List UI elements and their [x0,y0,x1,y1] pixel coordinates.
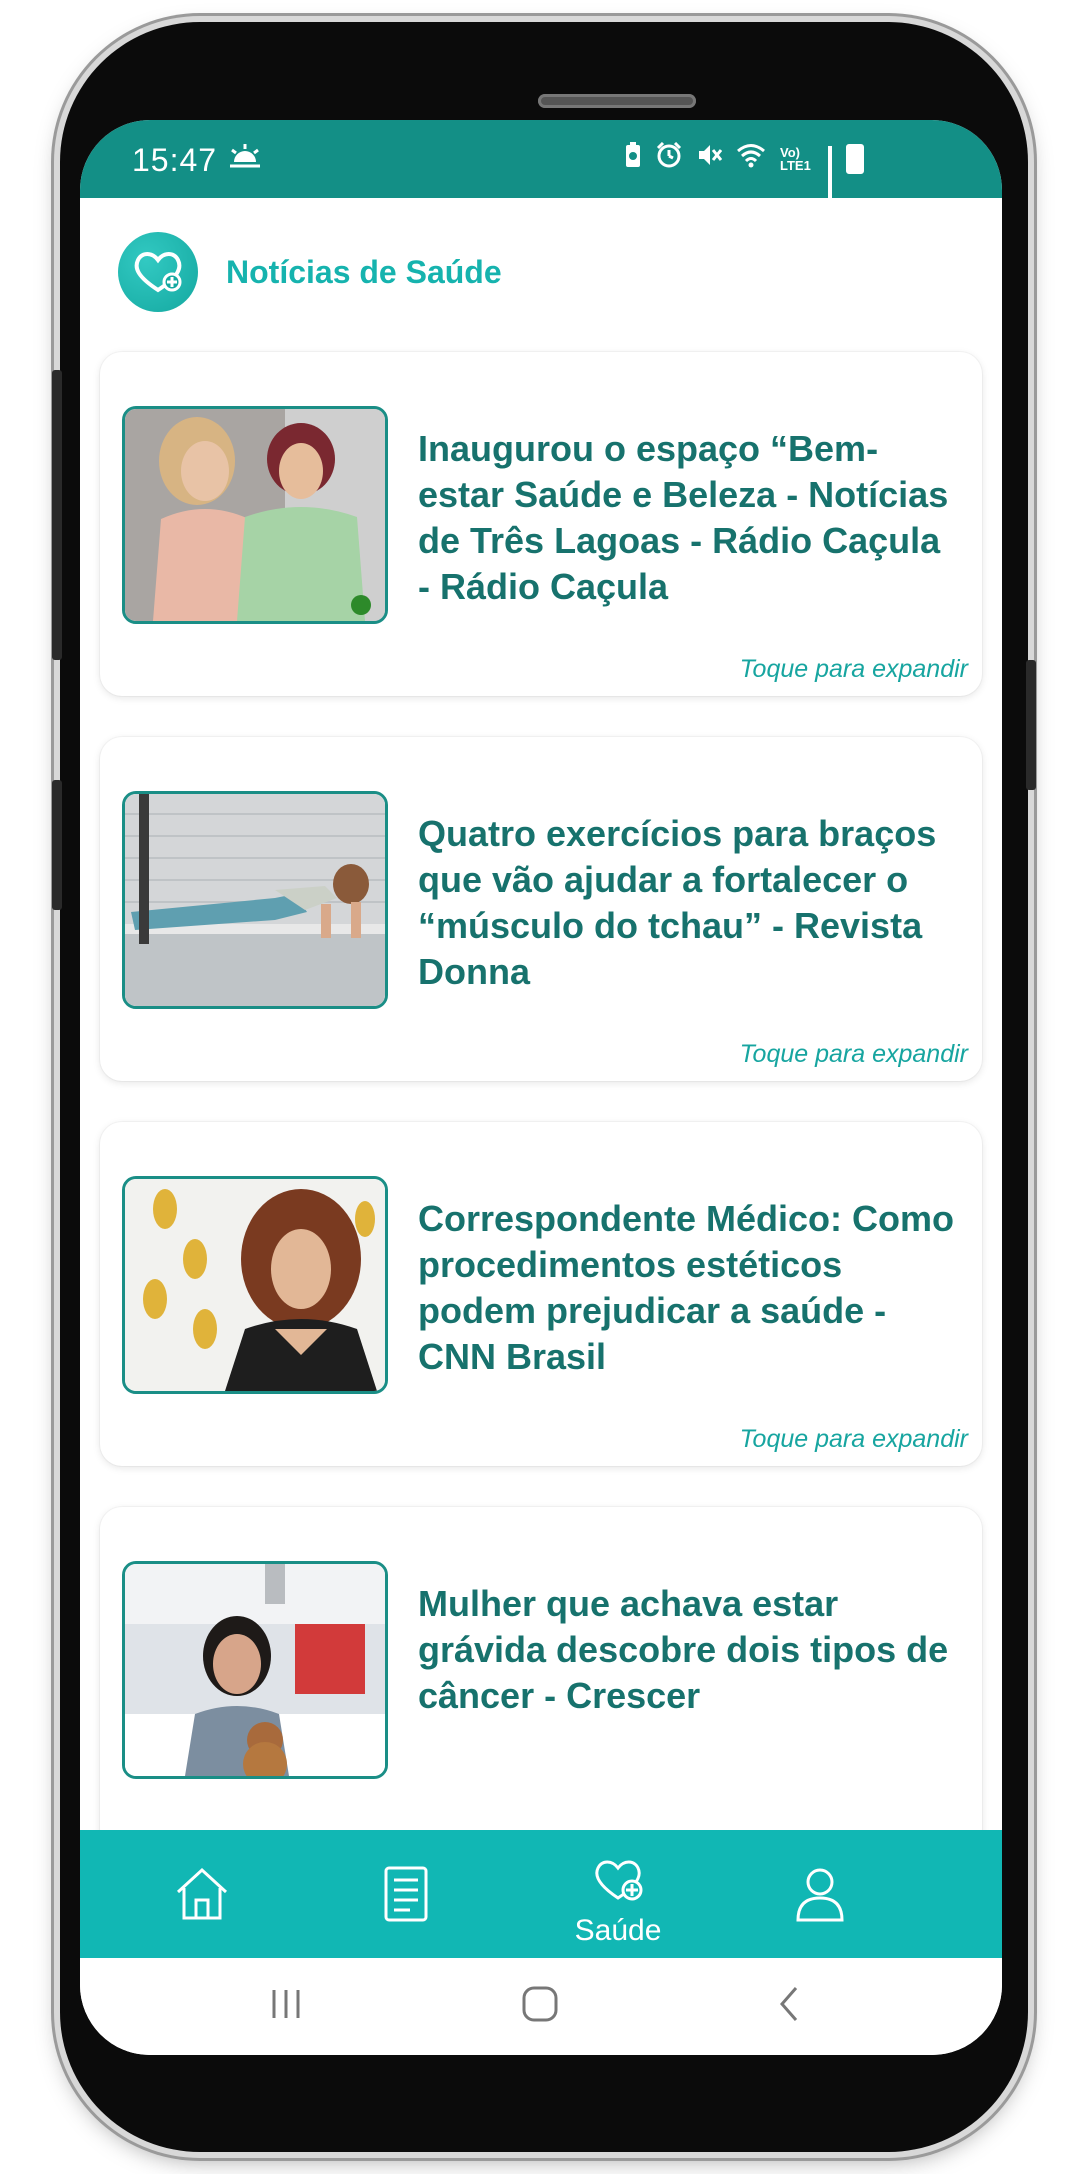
back-icon[interactable] [770,1984,810,2029]
expand-link[interactable]: Toque para expandir [740,1040,968,1069]
recents-icon[interactable] [266,1984,306,2029]
status-time: 15:47 [132,142,218,178]
cloud-sun-icon [228,142,262,176]
news-title: Mulher que achava estar grávida descobre… [418,1583,949,1716]
page-header: Notícias de Saúde [118,232,502,312]
news-title: Correspondente Médico: Como procedimento… [418,1198,955,1377]
heart-plus-icon [588,1860,648,1912]
signal-icon [828,145,832,211]
heart-plus-icon [118,232,198,312]
side-button-right [1026,660,1036,790]
network-label: Vo) LTE1 [780,144,811,173]
home-button-icon[interactable] [520,1984,560,2029]
speaker-grille [538,94,696,108]
page-title: Notícias de Saúde [226,253,502,290]
expand-link[interactable]: Toque para expandir [740,655,968,684]
app-screen: 15:47 Vo) LTE1 Notícias de Saúde Inaugur… [80,120,1002,2055]
side-button-left-1 [52,370,62,660]
nav-saude[interactable]: Saúde [558,1830,678,1958]
news-card[interactable]: Quatro exercícios para braços que vão aj… [100,737,982,1081]
news-thumbnail [122,791,388,1009]
news-title: Inaugurou o espaço “Bem-estar Saúde e Be… [418,428,949,607]
user-icon [790,1868,850,1928]
news-thumbnail [122,1561,388,1779]
news-card[interactable]: Mulher que achava estar grávida descobre… [100,1507,982,1851]
wifi-icon [736,142,766,175]
news-title: Quatro exercícios para braços que vão aj… [418,813,937,992]
home-icon [172,1867,232,1928]
battery-icon [846,143,864,174]
document-icon [376,1866,436,1928]
battery-saver-icon [624,142,642,175]
nav-profile[interactable] [760,1830,880,1958]
news-card[interactable]: Correspondente Médico: Como procedimento… [100,1122,982,1466]
mute-icon [696,142,723,175]
nav-documents[interactable] [346,1830,466,1958]
status-bar: 15:47 Vo) LTE1 [80,120,1002,211]
system-navigation-bar [80,1958,1002,2055]
side-button-left-2 [52,780,62,910]
status-icons: Vo) LTE1 [624,141,864,211]
nav-saude-label: Saúde [574,1914,662,1947]
news-card[interactable]: Inaugurou o espaço “Bem-estar Saúde e Be… [100,352,982,696]
expand-link[interactable]: Toque para expandir [740,1425,968,1454]
news-thumbnail [122,406,388,624]
bottom-navigation: Saúde [80,1830,1002,1958]
alarm-icon [656,141,682,175]
news-thumbnail [122,1176,388,1394]
nav-home[interactable] [142,1830,262,1958]
